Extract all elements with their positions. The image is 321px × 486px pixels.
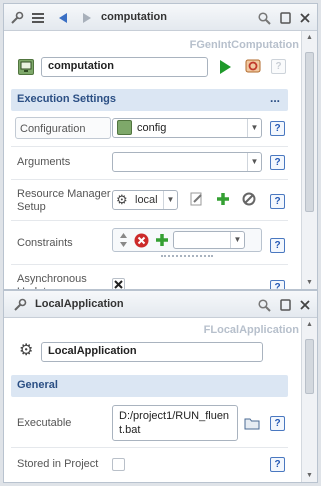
general-section-header[interactable]: General xyxy=(11,375,288,397)
gear-icon: ⚙ xyxy=(116,192,128,207)
chevron-down-icon[interactable]: ▼ xyxy=(247,153,261,171)
bottom-panel-scrollbar[interactable]: ▲ ▼ xyxy=(301,318,317,482)
list-icon[interactable] xyxy=(30,10,46,26)
run-play-icon[interactable] xyxy=(218,59,232,78)
help-configuration-button[interactable]: ? xyxy=(270,121,285,136)
edit-pencil-icon[interactable] xyxy=(190,192,204,209)
configuration-select[interactable]: config ▼ xyxy=(112,118,262,138)
browse-folder-icon[interactable] xyxy=(244,417,260,433)
scroll-down-icon[interactable]: ▼ xyxy=(306,472,313,479)
add-plus-icon[interactable] xyxy=(215,191,231,210)
scroll-thumb[interactable] xyxy=(305,52,314,212)
help-arguments-button[interactable]: ? xyxy=(270,155,285,170)
toolbar-title: LocalApplication xyxy=(35,298,124,310)
add-constraint-icon[interactable] xyxy=(154,232,170,251)
toolbar-title: computation xyxy=(101,11,167,23)
help-async-button[interactable]: ? xyxy=(270,280,285,289)
search-icon[interactable] xyxy=(256,297,272,313)
gear-icon: ⚙ xyxy=(19,342,34,359)
arguments-label: Arguments xyxy=(17,156,71,168)
component-type-label: FLocalApplication xyxy=(203,324,299,336)
forward-arrow-icon[interactable] xyxy=(79,10,95,26)
help-executable-button[interactable]: ? xyxy=(270,416,285,431)
config-icon xyxy=(117,120,132,135)
component-type-label: FGenIntComputation xyxy=(189,39,299,51)
local-application-toolbar: LocalApplication xyxy=(4,291,317,318)
execution-settings-header[interactable]: Execution Settings ... xyxy=(11,89,288,111)
computation-toolbar: computation xyxy=(4,4,317,31)
resize-grip[interactable] xyxy=(161,255,213,257)
divider xyxy=(11,447,288,448)
top-panel-scrollbar[interactable]: ▲ ▼ xyxy=(301,31,317,289)
executable-value: D:/project1/RUN_fluent.bat xyxy=(119,410,230,436)
configuration-value: config xyxy=(137,122,167,134)
section-title: Execution Settings xyxy=(17,93,117,105)
restore-icon[interactable] xyxy=(277,10,293,26)
sort-arrows-icon[interactable] xyxy=(119,232,128,251)
tools-icon[interactable] xyxy=(9,10,25,26)
executable-label: Executable xyxy=(17,417,72,429)
resource-manager-label: Resource Manager Setup xyxy=(17,188,111,213)
scroll-up-icon[interactable]: ▲ xyxy=(306,321,313,328)
resource-manager-value: local xyxy=(135,194,158,206)
block-icon[interactable] xyxy=(242,192,256,209)
close-icon[interactable] xyxy=(297,297,313,313)
arguments-select[interactable]: ▼ xyxy=(112,152,262,172)
restore-icon[interactable] xyxy=(277,297,293,313)
divider xyxy=(11,220,288,221)
close-icon[interactable] xyxy=(297,10,313,26)
chevron-down-icon[interactable]: ▼ xyxy=(230,232,244,248)
constraints-editor[interactable]: ▼ xyxy=(112,228,262,252)
more-options-icon[interactable]: ... xyxy=(270,91,280,105)
component-name-input[interactable]: LocalApplication xyxy=(41,342,263,362)
scroll-thumb[interactable] xyxy=(305,339,314,394)
asynchronous-update-checkbox[interactable] xyxy=(112,278,125,289)
back-arrow-icon[interactable] xyxy=(55,10,71,26)
divider xyxy=(11,179,288,180)
stored-in-project-checkbox[interactable] xyxy=(112,458,125,471)
local-application-panel: LocalApplication FLocalApplication ⚙ Loc… xyxy=(3,290,318,483)
stored-in-project-label: Stored in Project xyxy=(17,458,99,470)
section-title: General xyxy=(17,379,58,391)
computation-icon xyxy=(18,59,34,75)
remove-constraint-icon[interactable] xyxy=(134,233,149,251)
scroll-up-icon[interactable]: ▲ xyxy=(306,34,313,41)
search-icon[interactable] xyxy=(256,10,272,26)
help-constraints-button[interactable]: ? xyxy=(270,238,285,253)
help-name-button: ? xyxy=(271,59,286,74)
asynchronous-update-label: Asynchronous Update xyxy=(17,273,87,289)
help-resource-manager-button[interactable]: ? xyxy=(270,194,285,209)
run-config-icon[interactable] xyxy=(244,58,262,79)
computation-panel: computation FGenIntComputation computati… xyxy=(3,3,318,290)
scroll-down-icon[interactable]: ▼ xyxy=(306,279,313,286)
constraint-select[interactable]: ▼ xyxy=(173,231,245,249)
tools-icon[interactable] xyxy=(12,297,28,313)
divider xyxy=(11,264,288,265)
component-name-input[interactable]: computation xyxy=(41,57,208,77)
divider xyxy=(11,146,288,147)
resource-manager-select[interactable]: ⚙ local ▼ xyxy=(112,190,178,210)
chevron-down-icon[interactable]: ▼ xyxy=(247,119,261,137)
help-stored-button[interactable]: ? xyxy=(270,457,285,472)
executable-input[interactable]: D:/project1/RUN_fluent.bat xyxy=(112,405,238,441)
configuration-label: Configuration xyxy=(20,123,86,135)
chevron-down-icon[interactable]: ▼ xyxy=(163,191,177,209)
constraints-label: Constraints xyxy=(17,237,73,249)
